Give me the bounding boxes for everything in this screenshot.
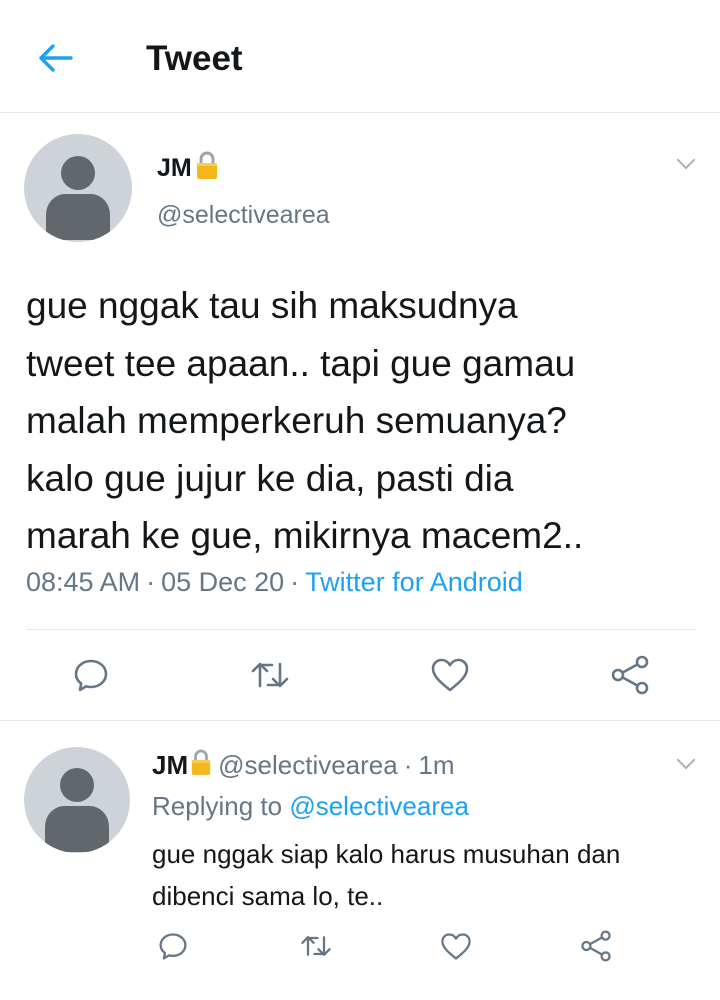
reply-avatar[interactable] [24,747,130,853]
tweet-options-button[interactable] [674,152,698,176]
top-app-bar: Tweet [0,0,720,113]
reply-options-button[interactable] [674,752,698,776]
author-name[interactable]: JM [157,150,219,187]
tweet-date: 05 Dec 20 [161,567,285,597]
tweet-metadata: 08:45 AM · 05 Dec 20 · Twitter for Android [26,567,523,597]
share-button[interactable] [604,652,656,698]
author-handle[interactable]: @selectivearea [157,201,330,230]
reply-icon [159,933,187,960]
reply-retweet-button[interactable] [296,926,336,966]
reply-author-handle[interactable]: @selectivearea [218,750,398,781]
reply-author-name[interactable]: JM [152,750,188,781]
lock-icon [190,748,212,783]
retweet-icon [251,662,289,688]
reply-share-button[interactable] [576,926,616,966]
tweet-text: gue nggak tau sih maksudnya tweet tee ap… [26,285,584,556]
avatar[interactable] [24,134,132,242]
divider [26,629,696,630]
share-icon [581,930,611,962]
chevron-down-icon [676,158,696,170]
retweet-button[interactable] [244,652,296,698]
tweet-source-link[interactable]: Twitter for Android [305,567,523,597]
reply-text: gue nggak siap kalo harus musuhan dan di… [152,839,621,911]
like-icon [441,932,471,960]
replying-to: Replying to @selectivearea [152,791,469,821]
tweet-time: 08:45 AM [26,567,141,597]
reply-like-button[interactable] [436,926,476,966]
reply-timestamp: 1m [418,750,455,780]
divider [0,720,720,721]
replying-to-mention[interactable]: @selectivearea [289,791,469,821]
arrow-left-icon [39,44,73,72]
reply-reply-button[interactable] [154,926,192,966]
retweet-icon [301,936,331,956]
chevron-down-icon [676,758,696,770]
page-title: Tweet [146,39,243,78]
lock-icon [195,150,219,187]
reply-header: JM @selectivearea · 1m [152,748,455,783]
like-button[interactable] [424,652,476,698]
share-icon [611,655,649,695]
author-name-text: JM [157,154,192,182]
back-button[interactable] [36,38,76,78]
reply-icon [74,659,108,692]
like-icon [431,658,469,692]
reply-button[interactable] [66,652,116,698]
